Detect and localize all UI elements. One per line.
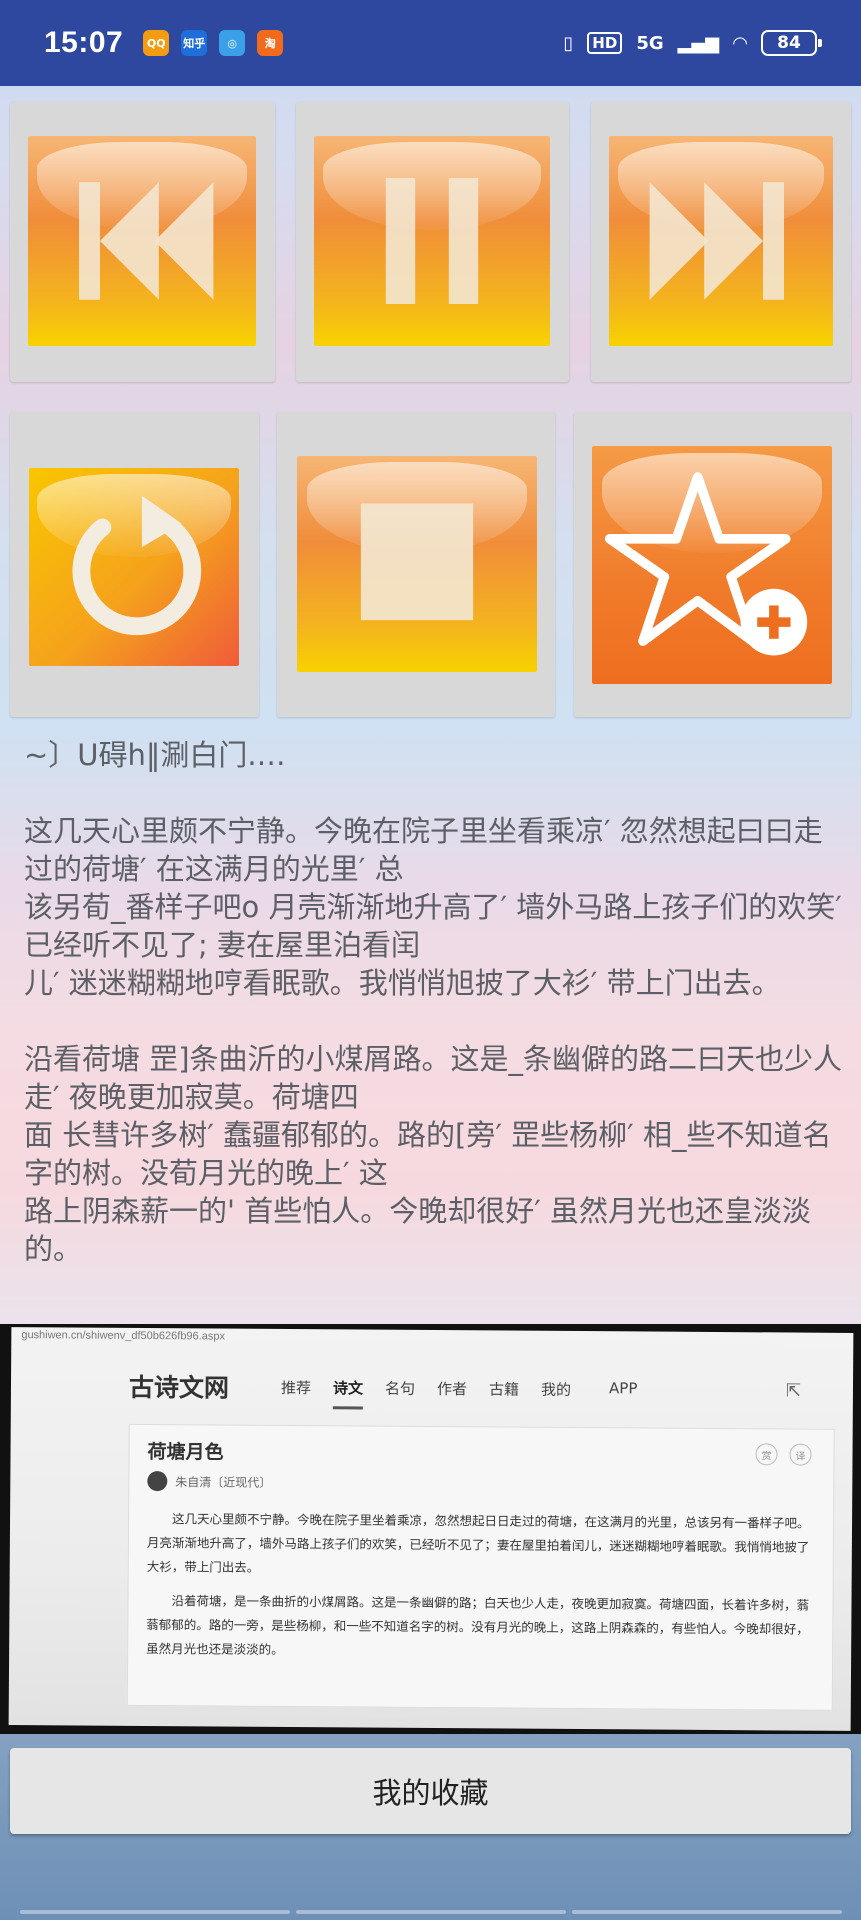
article-paragraph-1: 这几天心里颇不宁静。今晚在院子里坐看乘凉′ 忽然想起曰曰走过的荷塘′ 在这满月的…: [24, 814, 842, 1000]
network-label: 5G: [636, 32, 664, 54]
pause-button[interactable]: [296, 102, 569, 382]
zhihu-icon: 知乎: [181, 30, 208, 56]
article-paragraph-2: 沿看荷塘 罡]条曲沂的小煤屑路。这是_条幽僻的路二曰天也少人走′ 夜晚更加寂莫。…: [24, 1042, 843, 1266]
nav-item: APP: [609, 1379, 638, 1398]
poem-paragraph-2: 沿着荷塘，是一条曲折的小煤屑路。这是一条幽僻的路；白天也少人走，夜晚更加寂寞。荷…: [146, 1593, 810, 1657]
nav-item: 古籍: [488, 1380, 520, 1399]
photographed-webpage: gushiwen.cn/shiwenv_df50b626fb96.aspx 古诗…: [8, 1327, 854, 1731]
previous-icon: [79, 182, 214, 300]
card-icons: 赏 译: [755, 1443, 812, 1466]
stop-button[interactable]: [277, 412, 555, 717]
browser-icon: ◎: [219, 30, 246, 56]
next-icon: [649, 182, 784, 300]
stop-icon: [360, 503, 474, 621]
nav-item: 我的: [540, 1380, 572, 1399]
poem-text: 这几天心里颇不宁静。今晚在院子里坐着乘凉，忽然想起日日走过的荷塘，在这满月的光里…: [146, 1507, 817, 1676]
appreciate-icon: 赏: [755, 1443, 778, 1466]
vibrate-icon: ▯: [563, 32, 574, 54]
author-row: 朱自清〔近现代〕: [147, 1471, 271, 1492]
article-heading: ~〕U碍h‖涮白门.…: [24, 738, 286, 772]
cursor-icon: ⇱: [785, 1380, 802, 1402]
battery-level: 84: [777, 33, 801, 53]
clock: 15:07: [44, 26, 124, 59]
poem-title: 荷塘月色: [147, 1441, 224, 1464]
site-nav: 推荐 诗文 名句 作者 古籍 我的 APP: [281, 1377, 638, 1411]
article-text: ~〕U碍h‖涮白门.… 这几天心里颇不宁静。今晚在院子里坐看乘凉′ 忽然想起曰曰…: [24, 736, 844, 1306]
my-favorites-button[interactable]: 我的收藏: [10, 1748, 851, 1834]
add-favorite-button[interactable]: [574, 412, 851, 717]
gesture-segment: [295, 1910, 566, 1914]
replay-button[interactable]: [10, 412, 259, 717]
hd-icon: HD: [587, 32, 623, 54]
page-url: gushiwen.cn/shiwenv_df50b626fb96.aspx: [21, 1329, 226, 1343]
previous-button[interactable]: [10, 102, 275, 382]
star-plus-icon: [604, 472, 808, 656]
site-logo: 古诗文网: [128, 1372, 230, 1403]
nav-item: 作者: [436, 1380, 468, 1399]
next-button[interactable]: [591, 102, 851, 382]
source-photo: gushiwen.cn/shiwenv_df50b626fb96.aspx 古诗…: [0, 1324, 861, 1734]
status-bar: 15:07 QQ 知乎 ◎ 淘 ▯ HD 5G ▂▄▆ ◠ 84: [0, 0, 861, 86]
pause-icon: [385, 178, 479, 304]
nav-item-active: 诗文: [332, 1377, 364, 1410]
author-avatar: [147, 1471, 168, 1492]
gesture-segment: [19, 1910, 290, 1914]
poem-card: 荷塘月色 朱自清〔近现代〕 赏 译 这几天心里颇不宁静。今晚在院子里坐着乘凉，忽…: [126, 1423, 835, 1711]
taobao-icon: 淘: [257, 30, 284, 56]
signal-icon: ▂▄▆: [677, 32, 720, 54]
gesture-bar: [0, 1910, 861, 1920]
notification-icons: QQ 知乎 ◎ 淘: [143, 30, 284, 56]
replay-icon: [72, 495, 202, 636]
wifi-icon: ◠: [733, 32, 747, 54]
battery-icon: 84: [761, 30, 822, 56]
translate-icon: 译: [789, 1443, 812, 1466]
poem-paragraph-1: 这几天心里颇不宁静。今晚在院子里坐着乘凉，忽然想起日日走过的荷塘，在这满月的光里…: [146, 1511, 810, 1575]
qq-icon: QQ: [143, 30, 170, 56]
author-name: 朱自清〔近现代〕: [175, 1474, 272, 1490]
gesture-segment: [571, 1910, 842, 1914]
nav-item: 名句: [384, 1379, 416, 1398]
nav-item: 推荐: [280, 1378, 312, 1398]
